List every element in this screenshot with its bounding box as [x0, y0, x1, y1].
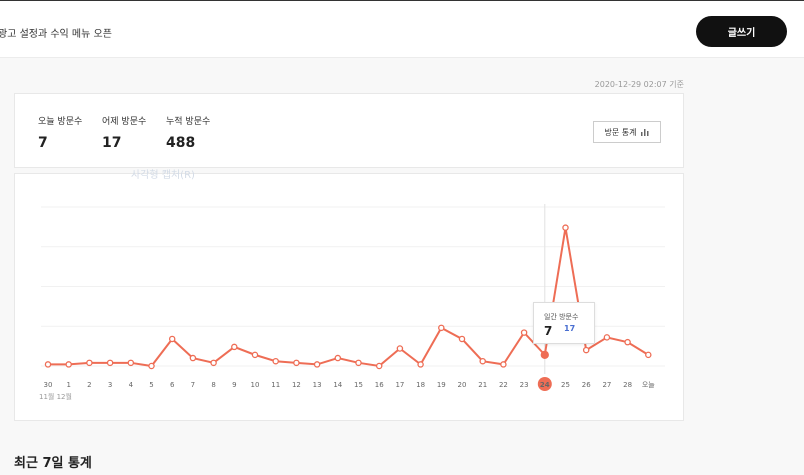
data-point[interactable]	[479, 357, 486, 365]
data-point[interactable]	[624, 338, 631, 346]
x-tick-label[interactable]: 12	[292, 381, 301, 389]
tooltip-change: 17	[564, 324, 576, 333]
data-point[interactable]	[396, 345, 404, 352]
x-tick-label[interactable]: 4	[129, 381, 134, 389]
stats-timestamp: 2020-12-29 02:07 기준	[594, 80, 684, 89]
stat-value: 488	[166, 135, 196, 151]
notice-title[interactable]: 광고 설정과 수익 메뉴 오픈	[0, 25, 112, 40]
x-tick-label[interactable]: 25	[561, 381, 570, 389]
x-tick-label[interactable]: 3	[108, 381, 112, 389]
tooltip-label: 일간 방문수	[544, 313, 579, 321]
x-tick-label[interactable]: 8	[211, 381, 215, 389]
x-tick-label[interactable]: 21	[478, 381, 487, 389]
x-tick-label[interactable]: 19	[437, 381, 446, 389]
stat-value: 17	[102, 135, 122, 151]
data-point[interactable]	[500, 361, 507, 368]
x-tick-label[interactable]: 28	[623, 381, 632, 389]
series-line	[48, 227, 649, 368]
x-tick-label[interactable]: 22	[499, 381, 508, 389]
x-tick-label[interactable]: 18	[416, 381, 425, 389]
x-tick-label[interactable]: 15	[354, 381, 363, 389]
stat-total: 누적 방문수 488	[166, 114, 210, 151]
data-point[interactable]	[65, 361, 72, 368]
data-point[interactable]	[313, 361, 321, 368]
data-point[interactable]	[231, 343, 238, 351]
x-tick-label[interactable]: 23	[520, 381, 529, 389]
daily-visits-chart: 사각형 캡처(R) 30 1 2 3 4 5 6 7 8 9 10 11 12 13 14 15 16 17 18 1…	[14, 170, 684, 421]
x-tick-label[interactable]: 27	[602, 381, 611, 389]
x-tick-label[interactable]: 7	[191, 381, 195, 389]
data-point[interactable]	[106, 359, 114, 367]
x-tick-label[interactable]: 13	[313, 381, 322, 389]
data-point[interactable]	[562, 224, 569, 231]
data-point[interactable]	[438, 324, 445, 332]
data-point[interactable]	[458, 335, 466, 343]
visit-stats-button[interactable]: 방문 통계	[593, 121, 661, 143]
x-tick-label[interactable]: 6	[170, 381, 175, 389]
x-tick-label[interactable]: 오늘	[642, 381, 655, 389]
x-tick-label[interactable]: 20	[458, 381, 467, 389]
data-point[interactable]	[86, 359, 93, 367]
x-tick-label[interactable]: 10	[251, 381, 260, 389]
chart-tooltip: 일간 방문수 7 17	[533, 302, 595, 344]
x-tick-label[interactable]: 30	[44, 381, 53, 389]
visitor-stats-card: 오늘 방문수 7 어제 방문수 17 누적 방문수 488 방문 통계	[14, 93, 684, 168]
data-point[interactable]	[210, 359, 217, 367]
x-tick-label[interactable]: 16	[375, 381, 384, 389]
x-tick-label[interactable]: 14	[333, 381, 342, 389]
x-tick-label[interactable]: 2	[87, 381, 91, 389]
bar-chart-icon	[641, 129, 649, 136]
tooltip-value: 7	[544, 324, 553, 338]
data-point[interactable]	[168, 335, 176, 343]
data-point[interactable]	[293, 359, 300, 367]
visit-stats-label: 방문 통계	[604, 127, 637, 137]
stat-today: 오늘 방문수 7	[38, 114, 82, 151]
data-point[interactable]	[148, 362, 155, 370]
data-point[interactable]	[355, 359, 362, 367]
data-point[interactable]	[44, 361, 52, 368]
data-point[interactable]	[251, 351, 259, 359]
top-bar: 광고 설정과 수익 메뉴 오픈 글쓰기	[0, 0, 804, 58]
chart-plot: 30 1 2 3 4 5 6 7 8 9 10 11 12 13 14 15 16 17 18 19 20 21 22 23 2…	[41, 204, 665, 391]
data-point[interactable]	[127, 359, 135, 367]
data-point[interactable]	[272, 357, 279, 365]
data-point[interactable]	[375, 362, 383, 370]
section-title: 최근 7일 통계	[14, 456, 92, 471]
stat-label: 오늘 방문수	[38, 117, 83, 127]
data-point[interactable]	[603, 334, 611, 341]
data-point[interactable]	[520, 329, 528, 336]
x-tick-label[interactable]: 5	[149, 381, 153, 389]
data-point-highlighted[interactable]	[540, 350, 549, 360]
stat-value: 7	[38, 135, 48, 151]
data-point[interactable]	[417, 361, 424, 368]
stat-label: 어제 방문수	[102, 117, 147, 127]
x-tick-label[interactable]: 17	[395, 381, 404, 389]
x-tick-label[interactable]: 26	[582, 381, 591, 389]
data-point[interactable]	[582, 346, 590, 354]
month-label: 11월 12월	[39, 393, 72, 401]
data-point[interactable]	[334, 354, 342, 362]
x-tick-label[interactable]: 9	[232, 381, 236, 389]
stat-yesterday: 어제 방문수 17	[102, 114, 146, 151]
data-point[interactable]	[645, 351, 652, 359]
x-tick-label[interactable]: 24	[540, 381, 550, 389]
data-point[interactable]	[189, 354, 197, 362]
x-tick-label[interactable]: 11	[271, 381, 280, 389]
write-button[interactable]: 글쓰기	[696, 16, 787, 47]
x-tick-label[interactable]: 1	[66, 381, 70, 389]
stat-label: 누적 방문수	[166, 117, 211, 127]
